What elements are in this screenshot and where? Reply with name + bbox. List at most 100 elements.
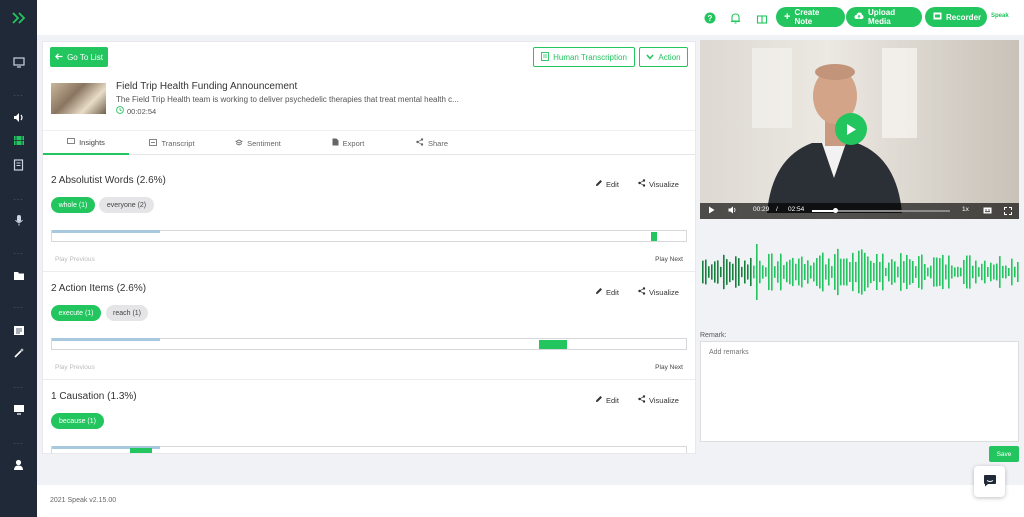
dashboard-icon[interactable] [11,55,26,70]
save-remark-button[interactable]: Save [989,446,1019,462]
waveform-bar [882,253,884,291]
visualize-button[interactable]: Visualize [638,395,679,405]
microphone-icon[interactable] [11,212,26,227]
tab-share[interactable]: Share [389,131,475,155]
go-to-list-button[interactable]: Go To List [50,47,108,67]
waveform-bar [714,261,716,283]
tab-sentiment[interactable]: Sentiment [215,131,301,155]
waveform-bar [753,265,755,279]
waveform-bar [774,266,776,278]
waveform-bar [978,267,980,277]
chat-widget-button[interactable] [974,466,1005,497]
edit-button[interactable]: Edit [595,287,619,297]
human-transcription-button[interactable]: Human Transcription [533,47,635,67]
list-icon[interactable] [11,323,26,338]
waveform-bar [1002,265,1004,279]
waveform-bar [855,261,857,283]
volume-icon[interactable] [728,206,737,216]
notes-icon[interactable] [11,157,26,172]
gift-icon[interactable] [755,11,768,24]
version-text: 2021 Speak v2.15.00 [50,497,117,504]
visualize-button[interactable]: Visualize [638,179,679,189]
playback-speed[interactable]: 1x [962,206,969,213]
waveform-bar [999,256,1001,288]
waveform-bar [762,265,764,279]
keyword-chip[interactable]: reach (1) [106,305,148,321]
recorder-button[interactable]: Recorder [925,7,987,27]
play-previous-button[interactable]: Play Previous [55,256,95,263]
help-icon[interactable]: ? [703,11,716,24]
user-icon[interactable] [11,457,26,472]
keyword-chip[interactable]: whole (1) [51,197,95,213]
waveform-bar [1017,261,1019,283]
timeline-track[interactable] [51,338,687,350]
waveform-bar [996,263,998,281]
recorder-icon [933,12,942,22]
tab-transcript[interactable]: Transcript [129,131,215,155]
captions-icon[interactable] [983,207,992,216]
waveform-bar [867,256,869,288]
waveform-bar [924,264,926,280]
video-icon[interactable] [11,133,26,148]
play-previous-button[interactable]: Play Previous [55,364,95,371]
document-icon [541,51,550,63]
edit-button[interactable]: Edit [595,395,619,405]
audio-waveform[interactable] [700,240,1020,305]
seek-bar[interactable] [812,208,950,213]
media-duration: 00:02:54 [116,106,156,116]
waveform-bar [732,263,734,281]
waveform-bar [903,261,905,283]
current-time: 00:29 [753,206,770,213]
waveform-bar [873,262,875,282]
timeline-track[interactable] [51,230,687,242]
time-separator: / [776,206,778,213]
transcript-icon [149,138,158,148]
fullscreen-icon[interactable] [1004,207,1012,217]
waveform-bar [792,257,794,287]
visualize-button[interactable]: Visualize [638,287,679,297]
folder-icon[interactable] [11,268,26,283]
waveform-bar [816,258,818,286]
video-player[interactable]: 00:29 / 02:54 1x [700,40,1019,219]
action-button[interactable]: Action [639,47,688,67]
media-thumbnail[interactable] [51,83,106,114]
create-note-button[interactable]: + Create Note [776,7,845,27]
waveform-bar [822,252,824,292]
section-title-causation: 1 Causation (1.3%) [51,391,137,402]
waveform-bar [825,264,827,280]
waveform-bar [1008,267,1010,277]
timeline-progress [52,338,160,341]
waveform-bar [984,260,986,284]
waveform-bar [813,262,815,282]
keyword-chip[interactable]: execute (1) [51,305,101,321]
timeline-track[interactable] [51,446,687,453]
keyword-chip[interactable]: everyone (2) [99,197,154,213]
magic-wand-icon[interactable] [11,345,26,360]
export-icon [332,138,339,148]
share-icon [416,138,424,148]
play-next-button[interactable]: Play Next [655,364,683,371]
waveform-bar [960,267,962,277]
bell-icon[interactable] [729,11,742,24]
upload-media-button[interactable]: Upload Media [846,7,922,27]
pencil-icon [595,395,603,405]
timeline-marker[interactable] [651,232,657,241]
waveform-bar [828,258,830,286]
timeline-marker[interactable] [539,340,567,349]
tab-export[interactable]: Export [305,131,391,155]
audio-icon[interactable] [11,110,26,125]
remark-input[interactable] [700,341,1019,442]
divider-dots: ... [13,381,24,390]
seek-handle[interactable] [833,208,838,213]
timeline-marker[interactable] [130,448,152,453]
play-button[interactable] [835,113,867,145]
waveform-bar [885,267,887,277]
play-icon[interactable] [708,206,715,216]
edit-button[interactable]: Edit [595,179,619,189]
keyword-chip[interactable]: because (1) [51,413,104,429]
expand-sidebar-icon[interactable] [0,0,37,35]
tab-insights[interactable]: Insights [43,131,129,155]
divider-dots: ... [13,193,24,202]
monitor-icon[interactable] [11,402,26,417]
play-next-button[interactable]: Play Next [655,256,683,263]
